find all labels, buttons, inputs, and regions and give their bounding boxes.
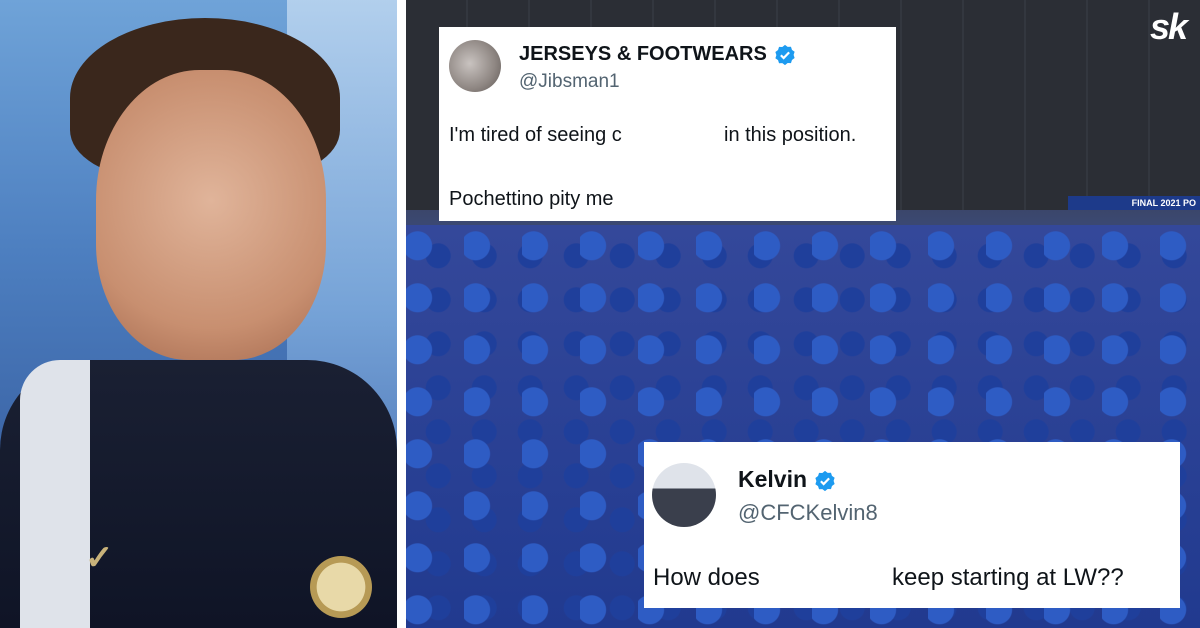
panel-divider [397,0,406,628]
display-name: Kelvin [738,466,808,492]
avatar[interactable] [449,40,501,92]
swoosh-icon: ✓ [85,539,114,577]
jacket-collar [20,360,90,628]
verified-badge-icon [814,469,836,491]
verified-badge-icon [774,44,796,66]
tweet-text-line: How does [653,564,760,591]
tweet-text-line: keep starting at LW?? [892,564,1124,591]
redaction [644,121,720,149]
club-crest-icon [310,556,372,618]
display-name: JERSEYS & FOOTWEARS [519,43,767,65]
tweet-author[interactable]: JERSEYS & FOOTWEARS [519,43,796,66]
manager-photo: ✓ [0,0,397,628]
tweet-author[interactable]: Kelvin [738,466,836,493]
sportskeeda-logo: sk [1149,6,1188,47]
avatar[interactable] [652,463,716,527]
tweet-text-line: I'm tired of seeing с [449,124,622,146]
tweet-card[interactable]: Kelvin @CFCKelvin8 How does keep startin… [644,442,1180,608]
stadium-banner: FINAL 2021 PO [1068,196,1200,210]
tweet-handle[interactable]: @CFCKelvin8 [738,500,878,526]
tweet-card[interactable]: JERSEYS & FOOTWEARS @Jibsman1 I'm tired … [439,27,896,221]
tweet-text-line: in this position. [724,124,857,146]
tweet-text-line: Pochettino pity me [449,188,614,210]
tweet-handle[interactable]: @Jibsman1 [519,71,620,93]
face [96,70,326,360]
